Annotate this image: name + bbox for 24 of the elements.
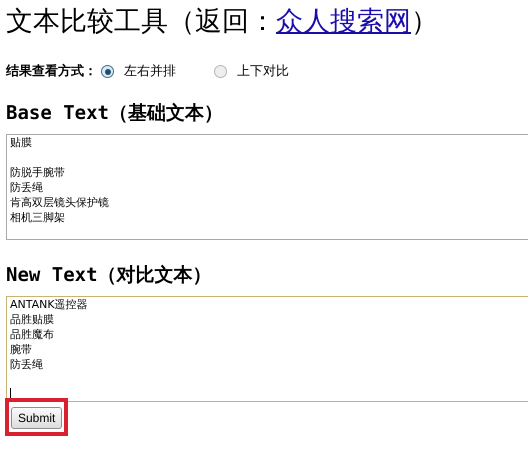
- text-line: ANTANK遥控器: [10, 296, 88, 312]
- radio-button[interactable]: [214, 65, 227, 78]
- radio-button[interactable]: [101, 65, 114, 78]
- text-line: 品胜魔布: [10, 326, 54, 342]
- title-bracket: ）: [411, 6, 438, 37]
- text-line: 品胜贴膜: [10, 312, 54, 326]
- section-heading: New Text（对比文本）: [5, 262, 213, 288]
- text-line: 腕带: [10, 342, 32, 356]
- view-mode-label: 结果查看方式：: [6, 62, 97, 81]
- text-area[interactable]: 贴膜 防脱手腕带 防丢绳 肯高双层镜头保护镜 相机三脚架: [6, 134, 528, 240]
- site-link[interactable]: 众人搜索网: [276, 6, 411, 37]
- text-line: 肯高双层镜头保护镜: [10, 194, 109, 210]
- submit-button[interactable]: Submit: [11, 406, 62, 428]
- text-line: 防脱手腕带: [10, 164, 65, 180]
- text-line: 相机三脚架: [10, 210, 65, 224]
- page-title: 文本比较工具（返回：: [6, 6, 276, 37]
- text-area[interactable]: ANTANK遥控器 品胜贴膜 品胜魔布 腕带 防丢绳: [6, 296, 528, 402]
- section-heading: Base Text（基础文本）: [5, 100, 224, 126]
- radio-label: 上下对比: [237, 63, 289, 81]
- text-line: 防丢绳: [10, 180, 43, 194]
- text-caret: [10, 388, 11, 400]
- text-line: 防丢绳: [10, 356, 43, 372]
- radio-label: 左右并排: [124, 63, 176, 81]
- text-line: 贴膜: [10, 134, 32, 150]
